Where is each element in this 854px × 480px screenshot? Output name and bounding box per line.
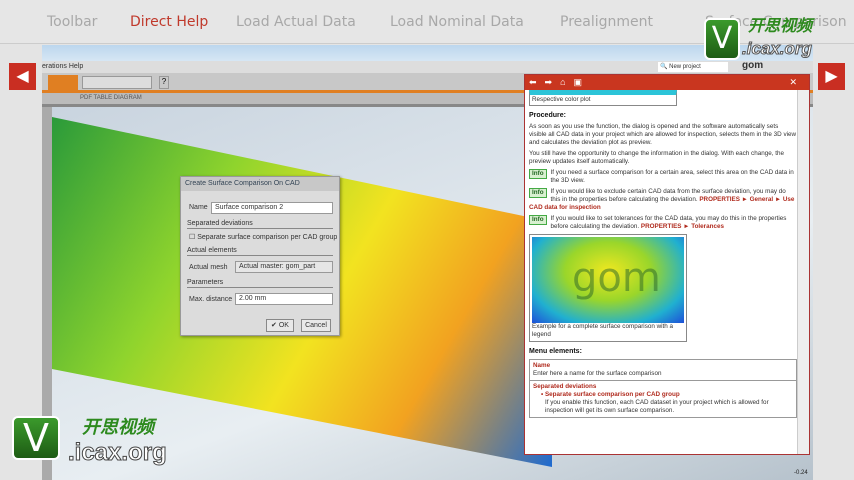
separate-checkbox-label: Separate surface comparison per CAD grou… [197, 234, 338, 241]
info-badge: Info [529, 188, 547, 198]
menu-elements-heading: Menu elements: [529, 348, 582, 355]
actual-elements-header: Actual elements [187, 247, 333, 256]
separated-element-box: Separated deviations • Separate surface c… [529, 381, 797, 418]
name-label: Name [189, 204, 208, 211]
separated-element-item: • Separate surface comparison per CAD gr… [541, 391, 680, 398]
menu-bar: erations Help 🔍 New project gom [42, 60, 813, 73]
close-icon[interactable]: ✕ [789, 77, 797, 88]
separate-checkbox[interactable]: ☐ Separate surface comparison per CAD gr… [189, 233, 337, 241]
separated-element-title: Separated deviations [533, 383, 597, 390]
properties-tolerances-link[interactable]: PROPERTIES ► Tolerances [641, 223, 724, 230]
separated-element-text: If you enable this function, each CAD da… [545, 399, 769, 414]
help-icon[interactable]: ? [159, 76, 169, 89]
name-field[interactable]: Surface comparison 2 [211, 202, 333, 214]
figure-caption: Example for a complete surface compariso… [532, 323, 674, 338]
nav-toolbar[interactable]: Toolbar [47, 14, 97, 30]
example-color-plot: gom [532, 237, 684, 323]
toolbar-dropdown[interactable] [82, 76, 152, 89]
dialog-title: Create Surface Comparison On CAD [181, 177, 339, 191]
help-scrollbar[interactable] [797, 90, 809, 454]
name-element-box: Name Enter here a name for the surface co… [529, 359, 797, 381]
separated-deviations-header: Separated deviations [187, 220, 333, 229]
separated-item-label: Separate surface comparison per CAD grou… [544, 391, 680, 398]
procedure-heading: Procedure: [529, 112, 566, 119]
help-panel: ⬅ ➡ ⌂ ▣ ✕ Respective color plot Procedure: … [524, 74, 810, 455]
forward-icon[interactable]: ➡ [545, 77, 553, 87]
watermark-url-top: .icax.org [742, 39, 813, 58]
cancel-button[interactable]: Cancel [301, 319, 331, 332]
nav-load-nominal-data[interactable]: Load Nominal Data [390, 14, 524, 30]
nav-load-actual-data[interactable]: Load Actual Data [236, 14, 356, 30]
example-figure: gom Example for a complete surface compa… [529, 234, 687, 342]
project-search[interactable]: 🔍 New project [658, 62, 728, 72]
info-badge: Info [529, 215, 547, 225]
parameters-header: Parameters [187, 279, 333, 288]
ok-label: OK [278, 322, 289, 329]
gom-logo: gom [742, 60, 764, 71]
nav-prealignment[interactable]: Prealignment [560, 14, 653, 30]
nav-direct-help[interactable]: Direct Help [130, 14, 208, 30]
actual-mesh-label: Actual mesh [189, 264, 228, 271]
back-icon[interactable]: ⬅ [529, 77, 537, 87]
name-element-text: Enter here a name for the surface compar… [533, 370, 662, 377]
home-icon[interactable]: ⌂ [560, 77, 565, 87]
project-search-value: New project [669, 64, 701, 70]
watermark-cn-bottom: 开思视频 [82, 417, 154, 437]
procedure-p1: As soon as you use the function, the dia… [529, 123, 797, 146]
watermark-logo-top: V [704, 18, 740, 60]
legend-value: -0.24 [794, 470, 808, 476]
next-arrow-button[interactable]: ▶ [818, 63, 845, 90]
toolbar-orange-button[interactable] [48, 75, 78, 91]
info-badge: Info [529, 169, 547, 179]
name-element-title: Name [533, 362, 551, 369]
gom-embossed-text: gom [572, 255, 661, 301]
prev-arrow-button[interactable]: ◀ [9, 63, 36, 90]
procedure-p2: You still have the opportunity to change… [529, 150, 784, 165]
menu-items[interactable]: erations Help [42, 63, 83, 70]
ok-button[interactable]: ✔ OK [266, 319, 294, 332]
surface-comparison-dialog: Create Surface Comparison On CAD Name Su… [180, 176, 340, 336]
help-content: Respective color plot Procedure: As soon… [529, 90, 797, 418]
print-icon[interactable]: ▣ [574, 77, 583, 87]
help-toolbar: ⬅ ➡ ⌂ ▣ ✕ [525, 75, 809, 90]
watermark-logo-bottom: V [12, 416, 60, 460]
title-bar [42, 45, 813, 61]
max-distance-field[interactable]: 2.00 mm [235, 293, 333, 305]
watermark-url-bottom: .icax.org [68, 439, 168, 467]
watermark-cn-top: 开思视频 [748, 18, 813, 35]
max-distance-label: Max. distance [189, 296, 233, 303]
actual-mesh-select[interactable]: Actual master: gom_part [235, 261, 333, 273]
top-caption: Respective color plot [529, 90, 677, 106]
info-1: If you need a surface comparison for a c… [550, 169, 794, 184]
